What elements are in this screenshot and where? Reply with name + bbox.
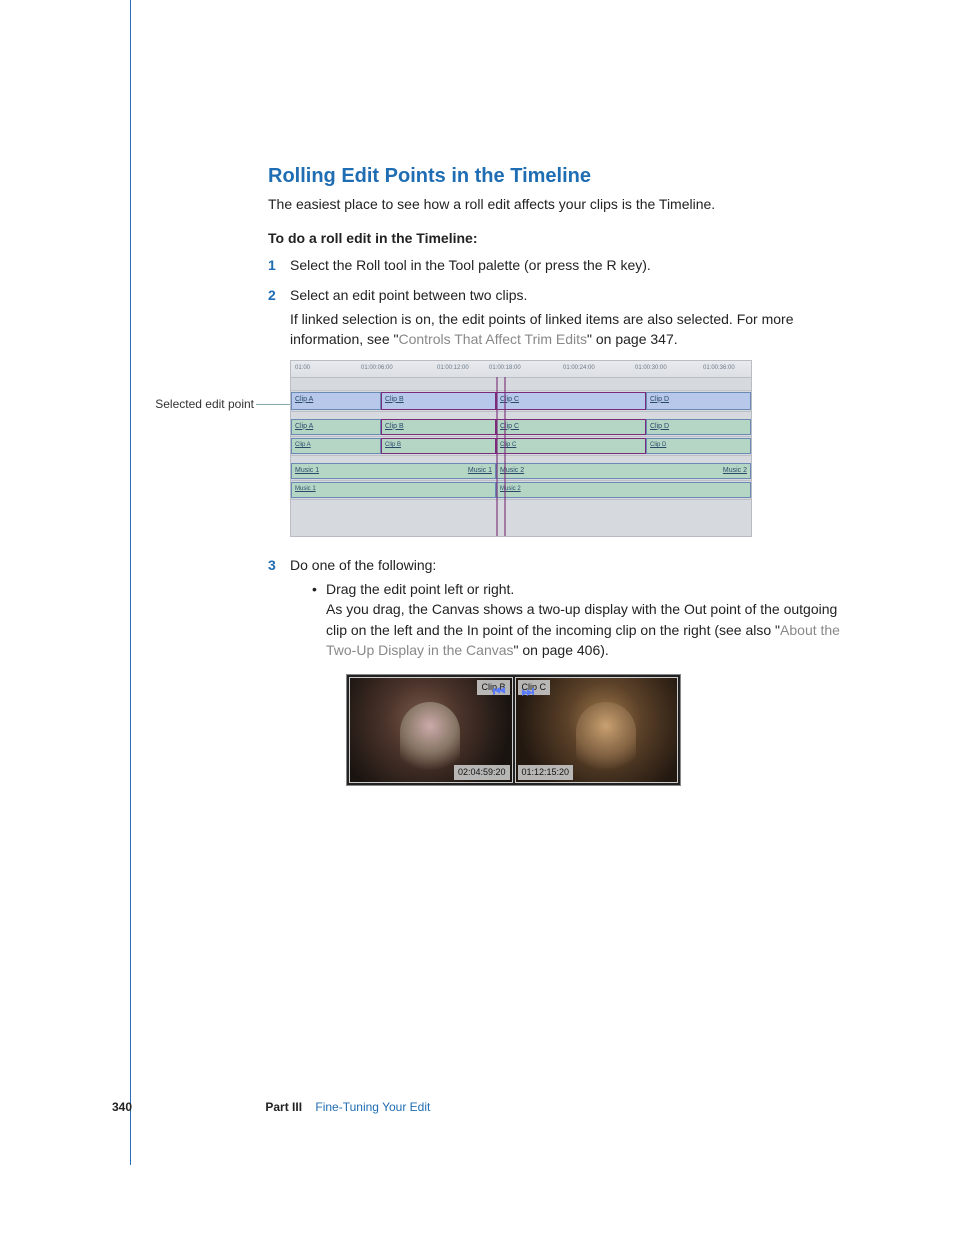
main-content: Rolling Edit Points in the Timeline The … <box>268 165 854 796</box>
clip-label: Clip B <box>385 423 404 430</box>
page-footer: 340 Part III Fine-Tuning Your Edit <box>112 1100 854 1114</box>
clip-label: Clip D <box>650 423 669 430</box>
step-2: 2 Select an edit point between two clips… <box>268 285 854 537</box>
clip-label: Music 1 <box>295 467 319 474</box>
ruler-tick: 01:00:18:00 <box>489 364 521 373</box>
clip-label: Clip B <box>385 441 492 450</box>
body-text: As you drag, the Canvas shows a two-up d… <box>326 601 837 637</box>
audio-track-a2: Clip A Clip B Clip C Clip D <box>291 437 751 456</box>
steps-list: 1 Select the Roll tool in the Tool palet… <box>268 255 854 787</box>
ruler-tick: 01:00:12:00 <box>437 364 469 373</box>
frame-image <box>400 702 460 782</box>
in-point-icon: ⏭ <box>522 681 535 701</box>
step-text: Do one of the following: <box>290 557 436 573</box>
timeline-figure: 01:00 01:00:06:00 01:00:12:00 01:00:18:0… <box>290 360 752 537</box>
frame-timecode: 02:04:59:20 <box>454 765 510 780</box>
incoming-frame: Clip C ⏭ 01:12:15:20 <box>515 677 679 783</box>
clip-label: Music 2 <box>723 466 747 476</box>
out-point-icon: ⏮ <box>493 681 506 701</box>
clip-label: Clip D <box>650 396 669 403</box>
page: Selected edit point Rolling Edit Points … <box>0 0 954 1235</box>
audio-track-a1: Clip A Clip B Clip C Clip D <box>291 418 751 437</box>
clip-label: Music 2 <box>500 485 747 494</box>
frame-timecode: 01:12:15:20 <box>518 765 574 780</box>
timeline-ruler: 01:00 01:00:06:00 01:00:12:00 01:00:18:0… <box>291 361 751 378</box>
xref-link[interactable]: Controls That Affect Trim Edits <box>398 331 587 347</box>
clip-label: Clip C <box>500 423 519 430</box>
step-text: Select the Roll tool in the Tool palette… <box>290 257 651 273</box>
canvas-two-up-figure: Clip B ⏮ 02:04:59:20 Clip C ⏭ 01:12:15:2… <box>346 674 681 786</box>
video-track-1: Clip A Clip B Clip C Clip D <box>291 391 751 412</box>
note-text: " on page 347. <box>587 331 678 347</box>
part-label: Part III <box>265 1100 302 1114</box>
bullet-body: As you drag, the Canvas shows a two-up d… <box>326 599 854 660</box>
intro-paragraph: The easiest place to see how a roll edit… <box>268 194 854 214</box>
ruler-tick: 01:00:36:00 <box>703 364 735 373</box>
ruler-tick: 01:00 <box>295 364 310 373</box>
step-1: 1 Select the Roll tool in the Tool palet… <box>268 255 854 275</box>
ruler-tick: 01:00:06:00 <box>361 364 393 373</box>
left-margin-rule <box>130 0 131 1165</box>
step-number: 1 <box>268 255 276 275</box>
step-number: 2 <box>268 285 276 305</box>
clip-label: Music 1 <box>468 466 492 476</box>
section-heading: Rolling Edit Points in the Timeline <box>268 165 854 188</box>
clip-label: Clip C <box>500 441 642 450</box>
outgoing-frame: Clip B ⏮ 02:04:59:20 <box>349 677 513 783</box>
bullet-text: Drag the edit point left or right. <box>326 581 514 597</box>
body-text: " on page 406). <box>514 642 609 658</box>
callout-label: Selected edit point <box>142 397 254 411</box>
music-track-2: Music 1 Music 2 <box>291 481 751 500</box>
clip-label: Clip D <box>650 441 747 450</box>
ruler-tick: 01:00:24:00 <box>563 364 595 373</box>
step-note: If linked selection is on, the edit poin… <box>290 309 854 350</box>
frame-image <box>576 702 636 782</box>
ruler-tick: 01:00:30:00 <box>635 364 667 373</box>
clip-label: Clip A <box>295 423 313 430</box>
clip-label: Clip A <box>295 441 377 450</box>
clip-label: Music 2 <box>500 467 524 474</box>
chapter-title: Fine-Tuning Your Edit <box>315 1100 430 1114</box>
step-number: 3 <box>268 555 276 575</box>
clip-label: Clip B <box>385 396 404 403</box>
clip-label: Clip A <box>295 396 313 403</box>
procedure-title: To do a roll edit in the Timeline: <box>268 228 854 248</box>
step-text: Select an edit point between two clips. <box>290 287 527 303</box>
clip-label: Clip C <box>500 396 519 403</box>
page-number: 340 <box>112 1100 262 1114</box>
step-3: 3 Do one of the following: Drag the edit… <box>268 555 854 786</box>
bullet-item: Drag the edit point left or right. As yo… <box>312 579 854 786</box>
music-track-1: Music 1 Music 1 Music 2 Music 2 <box>291 462 751 481</box>
clip-label: Music 1 <box>295 485 492 494</box>
step-3-bullets: Drag the edit point left or right. As yo… <box>290 579 854 786</box>
